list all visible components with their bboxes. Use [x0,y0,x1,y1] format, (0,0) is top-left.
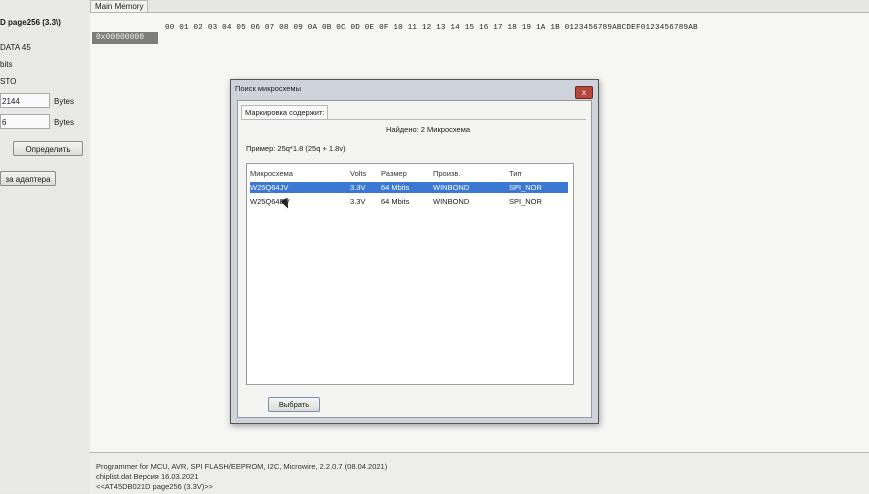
cell-vendor: WINBOND [433,197,470,206]
found-count: Найдено: 2 Микросхема [386,125,471,134]
table-row[interactable]: W25Q64BV 3.3V 64 Mbits WINBOND SPI_NOR [250,196,568,207]
column-header-type[interactable]: Тип [509,169,522,178]
chip-search-dialog: Поиск микросхемы x Маркировка содержит: … [230,79,599,424]
cell-chip: W25Q64JV [250,183,289,192]
chip-info-line: DATA 45 [0,43,31,52]
cell-size: 64 Mbits [381,183,410,192]
size-unit-label: Bytes [54,97,75,106]
column-header-vendor[interactable]: Произв. [433,169,460,178]
column-header-chip[interactable]: Микросхема [250,169,293,178]
log-line: <<AT45DB021D page256 (3.3V)>> [96,482,214,491]
tab-divider [241,119,586,120]
chip-list[interactable]: Микросхема Volts Размер Произв. Тип W25Q… [246,163,574,385]
cell-volts: 3.3V [350,183,366,192]
chip-info-line: bits [0,60,13,69]
size-field[interactable]: 2144 [0,93,50,108]
cell-size: 64 Mbits [381,197,410,206]
log-line: chiplist.dat Версия 16.03.2021 [96,472,199,481]
log-line: Programmer for MCU, AVR, SPI FLASH/EEPRO… [96,462,388,471]
detect-button[interactable]: Определить [13,141,83,156]
dialog-title: Поиск микросхемы [235,84,301,93]
page-size-unit-label: Bytes [54,118,75,127]
cell-type: SPI_NOR [509,183,542,192]
column-header-size[interactable]: Размер [381,169,407,178]
cell-volts: 3.3V [350,197,366,206]
cell-type: SPI_NOR [509,197,542,206]
address-label: 0x00000000 [92,32,158,44]
example-hint: Пример: 25q*1.8 (25q + 1.8v) [246,144,346,153]
tab-marking[interactable]: Маркировка содержит: [241,105,329,119]
select-button[interactable]: Выбрать [268,397,320,412]
cell-vendor: WINBOND [433,183,470,192]
page-size-field[interactable]: 6 [0,114,50,129]
close-icon[interactable]: x [575,86,593,99]
left-panel: D page256 (3.3\) DATA 45 bits STO 2144 B… [0,0,91,493]
table-row[interactable]: W25Q64JV 3.3V 64 Mbits WINBOND SPI_NOR [250,182,568,193]
chip-info-line: STO [0,77,17,86]
column-header-volts[interactable]: Volts [350,169,366,178]
adapter-button[interactable]: за адаптера [0,171,56,186]
hex-header: 00 01 02 03 04 05 06 07 08 09 0A 0B 0C 0… [165,24,698,32]
chip-title: D page256 (3.3\) [0,18,61,27]
dialog-body: Маркировка содержит: Найдено: 2 Микросхе… [237,100,592,418]
